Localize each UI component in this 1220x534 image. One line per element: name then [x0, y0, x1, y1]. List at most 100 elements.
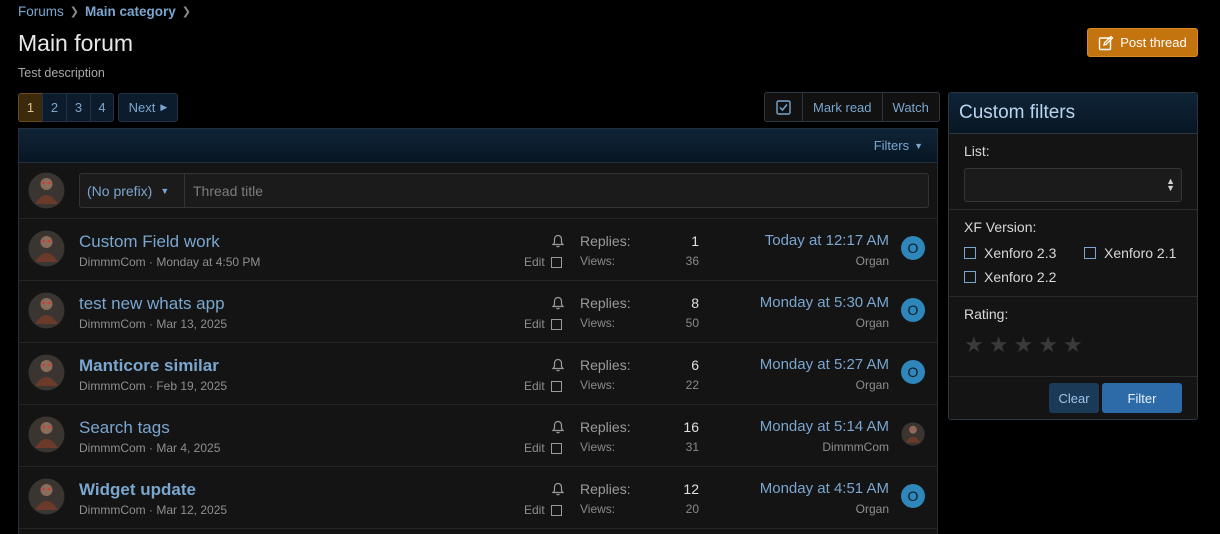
replies-count: 12 — [683, 481, 699, 497]
last-poster-avatar[interactable]: O — [901, 236, 925, 260]
views-label: Views: — [580, 378, 616, 392]
bell-icon[interactable] — [551, 234, 565, 253]
thread-title-link[interactable]: Manticore similar — [79, 356, 219, 376]
author-avatar[interactable] — [28, 230, 65, 272]
thread-author[interactable]: DimmmCom — [79, 317, 146, 331]
filters-button[interactable]: Filters — [874, 138, 909, 153]
select-checkbox[interactable] — [550, 504, 562, 516]
thread-author[interactable]: DimmmCom — [79, 379, 146, 393]
bell-icon[interactable] — [551, 358, 565, 377]
thread-title-link[interactable]: Custom Field work — [79, 232, 220, 252]
thread-date[interactable]: Monday at 4:50 PM — [156, 255, 260, 269]
next-page-button[interactable]: Next ▶ — [118, 93, 178, 122]
thread-row: Manticore similar DimmmCom · Feb 19, 2025… — [19, 343, 937, 405]
thread-date[interactable]: Feb 19, 2025 — [156, 379, 227, 393]
prefix-selector[interactable]: (No prefix) ▼ — [80, 174, 185, 207]
author-avatar[interactable] — [28, 416, 65, 458]
edit-label: Edit — [524, 379, 545, 393]
breadcrumb-category[interactable]: Main category — [85, 4, 176, 19]
watch-button[interactable]: Watch — [881, 93, 939, 121]
thread-title-link[interactable]: Widget update — [79, 480, 196, 500]
list-filter-section: List: ▲ ▼ — [949, 134, 1197, 210]
page-2-link[interactable]: 2 — [42, 93, 66, 122]
last-post-date[interactable]: Today at 12:17 AM — [765, 232, 889, 249]
star-icon[interactable]: ★ — [1063, 334, 1083, 356]
bell-icon[interactable] — [551, 482, 565, 501]
checkbox-icon — [776, 99, 791, 115]
edit-control[interactable]: Edit — [524, 317, 562, 331]
mark-read-button[interactable]: Mark read — [802, 93, 882, 121]
edit-control[interactable]: Edit — [524, 503, 562, 517]
thread-date[interactable]: Mar 4, 2025 — [156, 441, 220, 455]
last-poster-avatar[interactable]: O — [901, 360, 925, 384]
thread-title-input[interactable]: Thread title — [185, 174, 928, 207]
thread-author[interactable]: DimmmCom — [79, 441, 146, 455]
version-label-2-1: Xenforo 2.1 — [1104, 245, 1177, 261]
caret-right-icon: ▶ — [160, 102, 168, 112]
select-threads-button[interactable] — [765, 93, 802, 121]
filter-button[interactable]: Filter — [1102, 383, 1182, 413]
thread-meta: DimmmCom · Mar 13, 2025 — [79, 317, 228, 331]
author-avatar[interactable] — [28, 354, 65, 396]
caret-down-icon: ▼ — [914, 140, 923, 151]
edit-control[interactable]: Edit — [524, 441, 562, 455]
version-option-2-2[interactable]: Xenforo 2.2 — [964, 269, 1084, 285]
select-checkbox[interactable] — [550, 380, 562, 392]
chevron-right-icon: ❯ — [69, 6, 79, 18]
last-post-date[interactable]: Monday at 4:51 AM — [760, 480, 889, 497]
checkbox-icon — [964, 247, 976, 259]
thread-meta: DimmmCom · Monday at 4:50 PM — [79, 255, 261, 269]
select-arrows-icon: ▲ ▼ — [1166, 176, 1175, 193]
star-icon[interactable]: ★ — [989, 334, 1009, 356]
replies-label: Replies: — [580, 295, 631, 311]
last-post-user[interactable]: Organ — [856, 254, 889, 268]
star-icon[interactable]: ★ — [1013, 334, 1033, 356]
last-post-date[interactable]: Monday at 5:30 AM — [760, 294, 889, 311]
last-poster-avatar[interactable]: O — [901, 298, 925, 322]
bell-icon[interactable] — [551, 296, 565, 315]
star-icon[interactable]: ★ — [964, 334, 984, 356]
replies-count: 1 — [691, 233, 699, 249]
thread-date[interactable]: Mar 12, 2025 — [156, 503, 227, 517]
thread-list: Filters ▼ (No prefix) ▼ Thread title Cus… — [18, 128, 938, 534]
last-post-date[interactable]: Monday at 5:14 AM — [760, 418, 889, 435]
last-post-user[interactable]: Organ — [856, 378, 889, 392]
breadcrumb: Forums ❯ Main category ❯ — [18, 4, 191, 19]
thread-title-link[interactable]: Search tags — [79, 418, 170, 438]
last-post-user[interactable]: DimmmCom — [822, 440, 889, 454]
thread-title-link[interactable]: test new whats app — [79, 294, 225, 314]
edit-control[interactable]: Edit — [524, 255, 562, 269]
last-poster-avatar[interactable]: O — [901, 484, 925, 508]
select-checkbox[interactable] — [550, 442, 562, 454]
prefix-label: (No prefix) — [87, 182, 153, 199]
edit-control[interactable]: Edit — [524, 379, 562, 393]
page-1-link[interactable]: 1 — [18, 93, 42, 122]
author-avatar[interactable] — [28, 292, 65, 334]
page-title: Main forum — [18, 30, 134, 56]
last-post-user[interactable]: Organ — [856, 502, 889, 516]
thread-date[interactable]: Mar 13, 2025 — [156, 317, 227, 331]
last-poster-avatar[interactable] — [901, 422, 925, 451]
thread-author[interactable]: DimmmCom — [79, 503, 146, 517]
version-option-2-1[interactable]: Xenforo 2.1 — [1084, 245, 1194, 261]
star-icon[interactable]: ★ — [1038, 334, 1058, 356]
clear-button[interactable]: Clear — [1049, 383, 1099, 413]
edit-label: Edit — [524, 441, 545, 455]
last-post-date[interactable]: Monday at 5:27 AM — [760, 356, 889, 373]
edit-label: Edit — [524, 503, 545, 517]
rating-label: Rating: — [964, 306, 1009, 322]
breadcrumb-forums[interactable]: Forums — [18, 4, 64, 19]
quick-thread-input: (No prefix) ▼ Thread title — [79, 173, 929, 208]
thread-author[interactable]: DimmmCom — [79, 255, 146, 269]
select-checkbox[interactable] — [550, 318, 562, 330]
last-post-user[interactable]: Organ — [856, 316, 889, 330]
page-4-link[interactable]: 4 — [90, 93, 114, 122]
list-select[interactable]: ▲ ▼ — [964, 168, 1182, 202]
page-3-link[interactable]: 3 — [66, 93, 90, 122]
post-thread-button[interactable]: Post thread — [1087, 28, 1198, 57]
author-avatar[interactable] — [28, 478, 65, 520]
thread-row: Search tags DimmmCom · Mar 4, 2025 Edit Rep… — [19, 405, 937, 467]
select-checkbox[interactable] — [550, 256, 562, 268]
version-option-2-3[interactable]: Xenforo 2.3 — [964, 245, 1084, 261]
bell-icon[interactable] — [551, 420, 565, 439]
